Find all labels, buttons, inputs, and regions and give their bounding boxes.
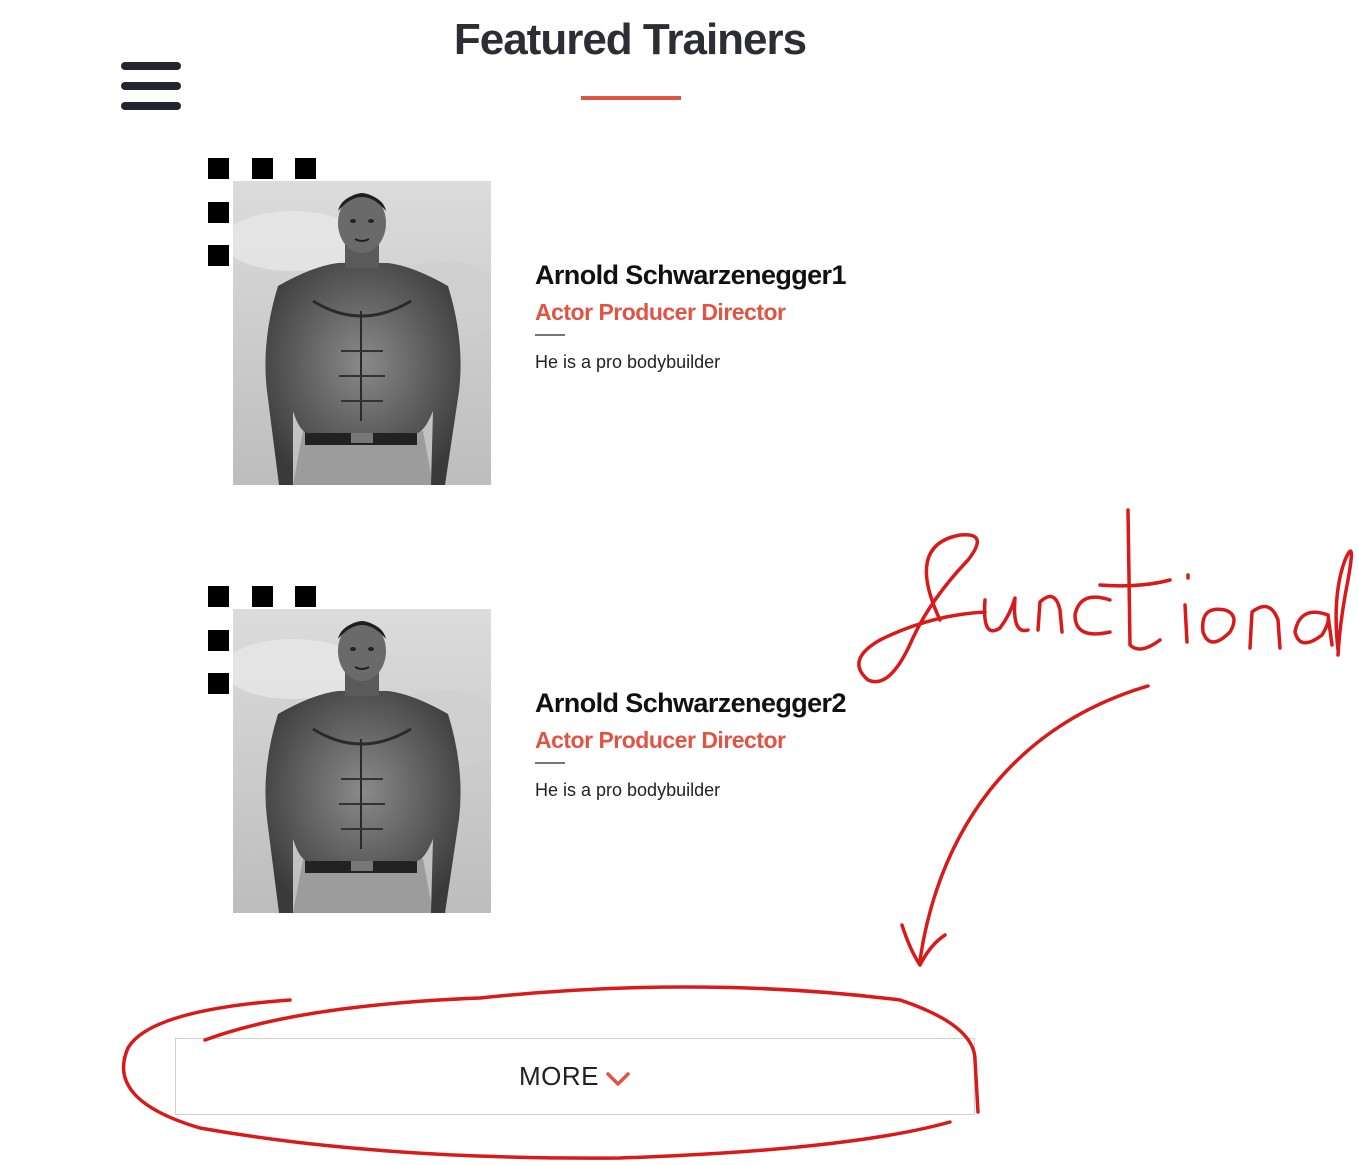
trainer-card: Arnold Schwarzenegger2 Actor Producer Di…: [208, 586, 908, 916]
trainer-description: He is a pro bodybuilder: [535, 780, 721, 800]
menu-icon-bar: [121, 62, 181, 70]
trainer-info: Arnold Schwarzenegger2 Actor Producer Di…: [535, 686, 895, 802]
trainer-role: Actor Producer Director: [535, 727, 786, 753]
more-button[interactable]: MORE: [175, 1038, 975, 1115]
trainer-name: Arnold Schwarzenegger1: [535, 260, 846, 290]
more-button-label: MORE: [519, 1061, 599, 1091]
trainer-photo: [233, 609, 491, 913]
trainer-description: He is a pro bodybuilder: [535, 352, 721, 372]
trainer-photo: [233, 181, 491, 485]
trainer-name: Arnold Schwarzenegger2: [535, 688, 846, 718]
chevron-down-icon: [606, 1071, 630, 1086]
page-title: Featured Trainers: [453, 15, 807, 64]
trainer-role: Actor Producer Director: [535, 299, 786, 325]
menu-icon-bar: [121, 82, 181, 90]
hamburger-menu-button[interactable]: [121, 60, 183, 114]
divider: [535, 762, 565, 764]
trainer-info: Arnold Schwarzenegger1 Actor Producer Di…: [535, 258, 895, 374]
menu-icon-bar: [121, 102, 181, 110]
trainer-card: Arnold Schwarzenegger1 Actor Producer Di…: [208, 158, 908, 488]
title-underline: [581, 96, 681, 100]
divider: [535, 334, 565, 336]
